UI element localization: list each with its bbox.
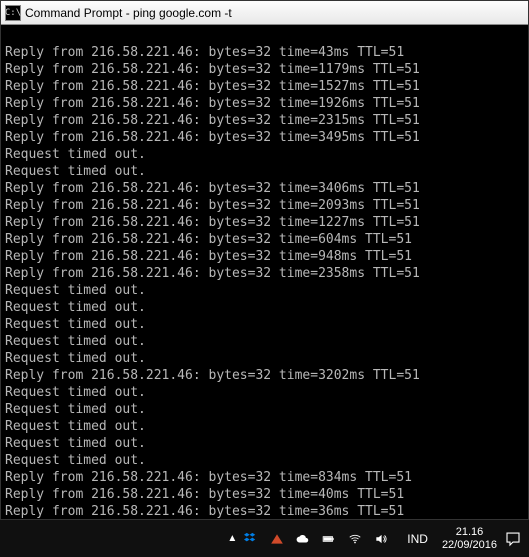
terminal-line: Request timed out. bbox=[5, 299, 524, 316]
terminal-output[interactable]: Reply from 216.58.221.46: bytes=32 time=… bbox=[1, 25, 528, 519]
terminal-line: Reply from 216.58.221.46: bytes=32 time=… bbox=[5, 265, 524, 282]
command-prompt-window: C:\ Command Prompt - ping google.com -t … bbox=[0, 0, 529, 520]
terminal-line: Reply from 216.58.221.46: bytes=32 time=… bbox=[5, 61, 524, 78]
taskbar: ▲ IND 21.16 22/09/2016 bbox=[0, 520, 529, 557]
terminal-line: Reply from 216.58.221.46: bytes=32 time=… bbox=[5, 231, 524, 248]
terminal-line: Request timed out. bbox=[5, 350, 524, 367]
clock-date: 22/09/2016 bbox=[442, 539, 497, 552]
volume-icon[interactable] bbox=[373, 531, 389, 547]
terminal-line: Request timed out. bbox=[5, 418, 524, 435]
terminal-line: Reply from 216.58.221.46: bytes=32 time=… bbox=[5, 214, 524, 231]
action-center-icon[interactable] bbox=[503, 529, 523, 549]
window-title: Command Prompt - ping google.com -t bbox=[25, 6, 232, 20]
terminal-line: Reply from 216.58.221.46: bytes=32 time=… bbox=[5, 367, 524, 384]
terminal-line: Reply from 216.58.221.46: bytes=32 time=… bbox=[5, 129, 524, 146]
terminal-line: Request timed out. bbox=[5, 401, 524, 418]
cmd-icon: C:\ bbox=[5, 5, 21, 21]
terminal-line: Reply from 216.58.221.46: bytes=32 time=… bbox=[5, 78, 524, 95]
clock-time: 21.16 bbox=[442, 526, 497, 539]
terminal-line bbox=[5, 27, 524, 44]
terminal-line: Request timed out. bbox=[5, 282, 524, 299]
terminal-line: Request timed out. bbox=[5, 163, 524, 180]
triangle-icon[interactable] bbox=[269, 531, 285, 547]
terminal-line: Reply from 216.58.221.46: bytes=32 time=… bbox=[5, 197, 524, 214]
terminal-line: Request timed out. bbox=[5, 435, 524, 452]
battery-icon[interactable] bbox=[321, 531, 337, 547]
terminal-line: Request timed out. bbox=[5, 384, 524, 401]
terminal-line: Reply from 216.58.221.46: bytes=32 time=… bbox=[5, 503, 524, 519]
terminal-line: Reply from 216.58.221.46: bytes=32 time=… bbox=[5, 180, 524, 197]
dropbox-icon[interactable] bbox=[243, 531, 259, 547]
terminal-line: Reply from 216.58.221.46: bytes=32 time=… bbox=[5, 95, 524, 112]
terminal-line: Reply from 216.58.221.46: bytes=32 time=… bbox=[5, 469, 524, 486]
wifi-icon[interactable] bbox=[347, 531, 363, 547]
clock[interactable]: 21.16 22/09/2016 bbox=[442, 526, 497, 552]
terminal-line: Request timed out. bbox=[5, 146, 524, 163]
language-indicator[interactable]: IND bbox=[407, 532, 428, 546]
terminal-line: Reply from 216.58.221.46: bytes=32 time=… bbox=[5, 44, 524, 61]
titlebar[interactable]: C:\ Command Prompt - ping google.com -t bbox=[1, 1, 528, 25]
terminal-line: Reply from 216.58.221.46: bytes=32 time=… bbox=[5, 112, 524, 129]
terminal-line: Reply from 216.58.221.46: bytes=32 time=… bbox=[5, 248, 524, 265]
terminal-line: Request timed out. bbox=[5, 316, 524, 333]
tray-icons bbox=[243, 531, 389, 547]
terminal-line: Request timed out. bbox=[5, 452, 524, 469]
tray-overflow-chevron[interactable]: ▲ bbox=[227, 533, 237, 544]
terminal-line: Reply from 216.58.221.46: bytes=32 time=… bbox=[5, 486, 524, 503]
cloud-icon[interactable] bbox=[295, 531, 311, 547]
terminal-line: Request timed out. bbox=[5, 333, 524, 350]
